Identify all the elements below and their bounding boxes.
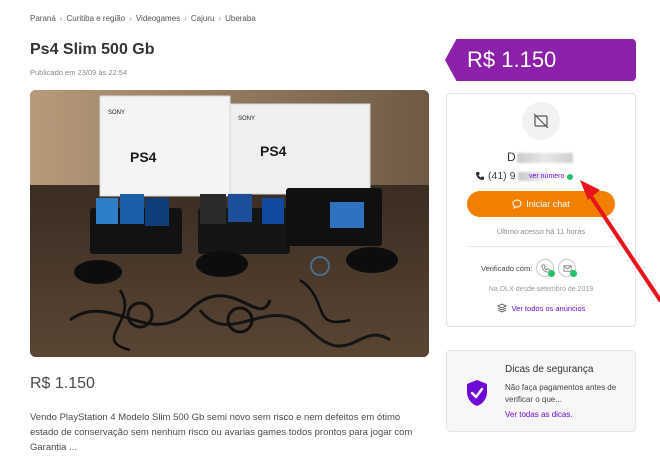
ad-title: Ps4 Slim 500 Gb [30,41,155,58]
chevron-right-icon: › [184,14,187,23]
start-chat-label: Iniciar chat [526,199,570,209]
seller-name: D [507,150,573,164]
box-brand-left: SONY [108,110,125,116]
phone-icon [476,172,484,180]
divider [467,246,615,247]
no-image-icon [533,113,549,129]
safety-tips-card: Dicas de segurança Não faça pagamentos a… [446,350,636,432]
last-access: Último acesso há 11 horas [496,227,586,236]
breadcrumb-item-region[interactable]: Curitiba e região [66,14,125,23]
box-brand-right: SONY [238,116,255,122]
safety-tips-link[interactable]: Ver todas as dicas. [505,410,573,419]
breadcrumb-item-district[interactable]: Cajuru [191,14,215,23]
check-circle-icon [567,173,574,180]
start-chat-button[interactable]: Iniciar chat [467,191,615,217]
verified-label: Verificado com: [481,263,533,273]
box-label-left: PS4 [130,149,157,165]
breadcrumb-item-category[interactable]: Videogames [136,14,180,23]
all-ads-label: Ver todos os anúncios [511,303,586,313]
ad-description: Vendo PlayStation 4 Modelo Slim 500 Gb s… [30,412,413,453]
seller-card: D (41) 9 ver número Iniciar chat Último … [446,93,636,327]
chevron-right-icon: › [129,14,132,23]
verified-row: Verificado com: [481,259,578,277]
chevron-right-icon: › [59,14,63,23]
price-tag: R$ 1.150 [445,39,636,81]
member-since: Na OLX desde setembro de 2019 [488,286,594,293]
published-date: Publicado em 23/09 às 22:54 [30,68,128,77]
shield-check-icon [467,380,487,406]
product-photo-illustration: SONY SONY PS4 PS4 [30,90,429,357]
verified-phone-icon [536,259,556,277]
price-tag-value: R$ 1.150 [467,47,557,72]
phone-prefix: (41) 9 [488,170,516,182]
breadcrumb-item-neighborhood[interactable]: Uberaba [225,14,256,23]
chevron-right-icon: › [218,14,222,23]
all-ads-link[interactable]: Ver todos os anúncios [447,303,635,313]
safety-title: Dicas de segurança [505,364,594,375]
avatar [522,102,560,140]
breadcrumb-item-state[interactable]: Paraná [30,14,56,23]
seller-name-redacted [516,152,573,163]
ad-price: R$ 1.150 [30,375,95,392]
show-phone-link[interactable]: ver número [529,173,574,180]
seller-name-initial: D [507,150,516,164]
safety-text: Não faça pagamentos antes de verificar o… [505,383,617,404]
breadcrumb: Paraná › Curitiba e região › Videogames … [30,14,256,23]
layers-icon [496,303,507,313]
verified-email-icon [558,259,578,277]
show-phone-label: ver número [529,173,565,180]
chat-bubble-icon [512,199,522,209]
box-label-right: PS4 [260,143,287,159]
product-photo[interactable]: SONY SONY PS4 PS4 [30,90,429,357]
